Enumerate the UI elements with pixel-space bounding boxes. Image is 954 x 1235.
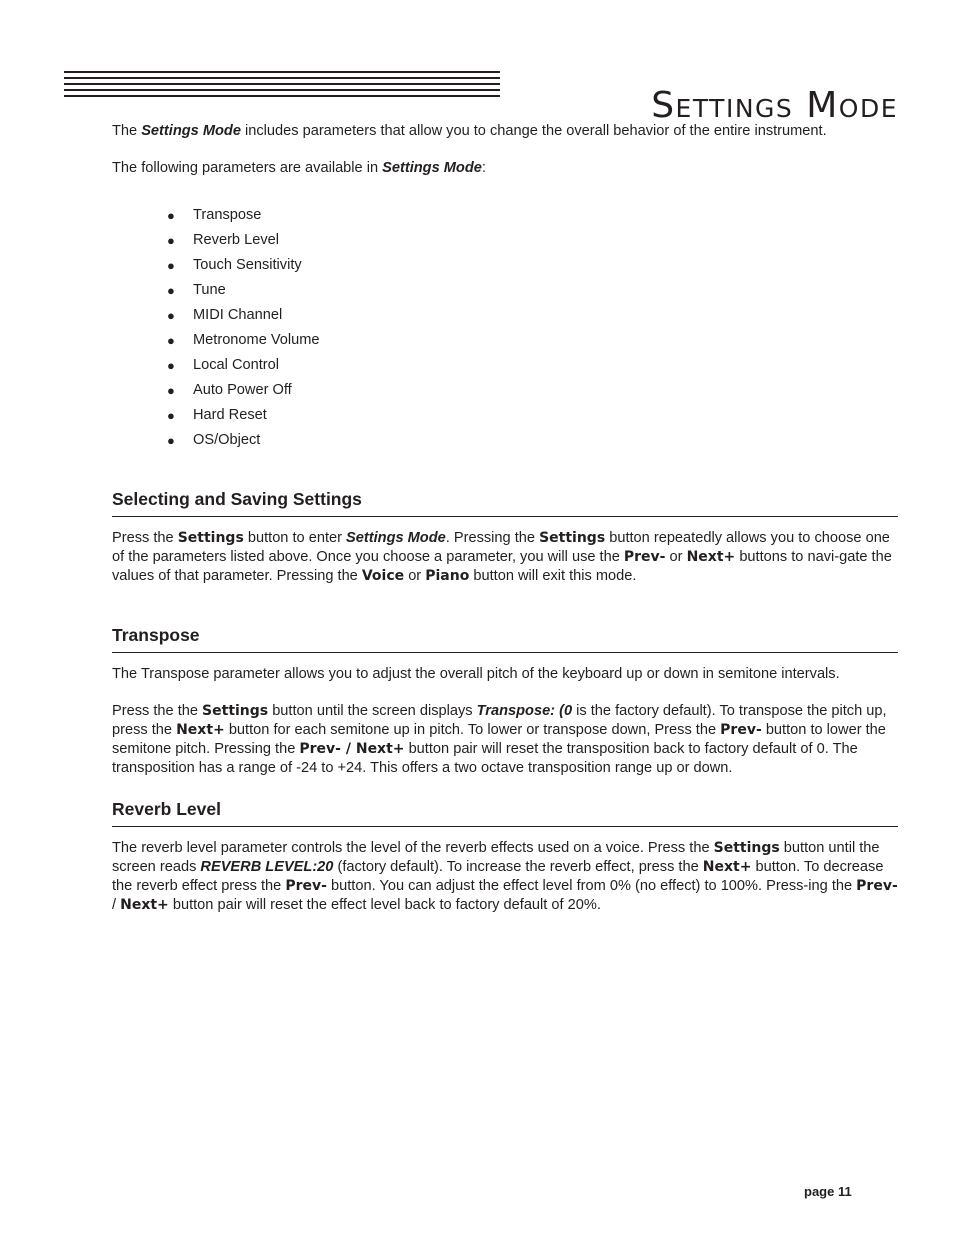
bullet-icon: ● bbox=[167, 308, 175, 323]
text-run: Local Control bbox=[193, 357, 279, 373]
text-run: Metronome Volume bbox=[193, 332, 320, 348]
section-paragraph: The Transpose parameter allows you to ad… bbox=[112, 666, 840, 682]
text-run: . Pressing the bbox=[445, 530, 540, 546]
list-item: ● Transpose bbox=[167, 203, 898, 228]
text-run: or bbox=[404, 568, 426, 584]
section-paragraph: Press the Settings button to enter Setti… bbox=[112, 529, 898, 586]
parameter-list: ● Transpose ● Reverb Level ● Touch Sensitiv… bbox=[112, 203, 898, 453]
text-run: Reverb Level bbox=[193, 232, 279, 248]
list-item: ● MIDI Channel bbox=[167, 303, 898, 328]
text-run: The bbox=[112, 123, 142, 139]
bold-term: Next+ bbox=[686, 549, 736, 565]
emphasis-term: Settings Mode bbox=[346, 530, 446, 546]
header-staff-lines bbox=[64, 71, 500, 101]
bold-term: Settings bbox=[177, 530, 244, 546]
bullet-icon: ● bbox=[167, 433, 175, 448]
bullet-icon: ● bbox=[167, 283, 175, 298]
emphasis-term: Settings Mode bbox=[141, 123, 241, 139]
text-run: Press the the bbox=[112, 703, 203, 719]
intro-paragraph: The Settings Mode includes parameters th… bbox=[112, 122, 898, 141]
bold-term: Settings bbox=[202, 703, 269, 719]
section-heading: Transpose bbox=[112, 624, 898, 653]
list-item: ● Auto Power Off bbox=[167, 378, 898, 403]
page-title: Settings Mode bbox=[651, 85, 898, 127]
list-item: ● Reverb Level bbox=[167, 228, 898, 253]
text-run: The reverb level parameter controls the … bbox=[112, 840, 714, 856]
text-run: OS/Object bbox=[193, 432, 261, 448]
bold-term: Prev- bbox=[623, 549, 666, 565]
bullet-icon: ● bbox=[167, 258, 175, 273]
text-run: : bbox=[481, 160, 486, 176]
bold-term: Piano bbox=[425, 568, 470, 584]
list-item: ● Local Control bbox=[167, 353, 898, 378]
parameters-intro: The following parameters are available i… bbox=[112, 159, 898, 178]
text-run: or bbox=[665, 549, 687, 565]
section-selecting-saving: Selecting and Saving Settings Press the … bbox=[112, 488, 898, 586]
bullet-icon: ● bbox=[167, 233, 175, 248]
list-item: ● Hard Reset bbox=[167, 403, 898, 428]
bold-term: Next+ bbox=[176, 722, 225, 738]
text-run: button pair will reset the effect level … bbox=[168, 897, 601, 913]
page-number: page 11 bbox=[804, 1184, 852, 1199]
text-run: / bbox=[112, 897, 121, 913]
emphasis-term: Settings Mode bbox=[382, 160, 482, 176]
text-run: button will exit this mode. bbox=[469, 568, 637, 584]
bold-term: Settings bbox=[713, 840, 780, 856]
text-run: button. You can adjust the effect level … bbox=[326, 878, 857, 894]
text-run: includes parameters that allow you to ch… bbox=[240, 123, 827, 139]
text-run: Press the bbox=[112, 530, 178, 546]
text-run: Transpose bbox=[193, 207, 262, 223]
text-run: The following parameters are available i… bbox=[112, 160, 383, 176]
bullet-icon: ● bbox=[167, 358, 175, 373]
section-paragraph: Press the the Settings button until the … bbox=[112, 702, 898, 778]
list-item: ● Tune bbox=[167, 278, 898, 303]
list-item: ● Metronome Volume bbox=[167, 328, 898, 353]
text-run: Touch Sensitivity bbox=[193, 257, 302, 273]
section-reverb-level: Reverb Level The reverb level parameter … bbox=[112, 798, 898, 915]
bold-term: Settings bbox=[539, 530, 606, 546]
bold-term: Prev- bbox=[720, 722, 762, 738]
bold-term: Voice bbox=[361, 568, 405, 584]
text-run: (factory default). To increase the rever… bbox=[333, 859, 703, 875]
text-run: Hard Reset bbox=[193, 407, 267, 423]
text-run: button for each semitone up in pitch. To… bbox=[224, 722, 721, 738]
section-heading: Reverb Level bbox=[112, 798, 898, 827]
bold-term: Prev- bbox=[856, 878, 898, 894]
bold-term: Prev- / Next+ bbox=[299, 741, 405, 757]
bullet-icon: ● bbox=[167, 333, 175, 348]
bullet-icon: ● bbox=[167, 208, 175, 223]
section-transpose: Transpose The Transpose parameter allows… bbox=[112, 624, 898, 778]
list-item: ● Touch Sensitivity bbox=[167, 253, 898, 278]
section-paragraph: The reverb level parameter controls the … bbox=[112, 839, 898, 915]
text-run: button to enter bbox=[243, 530, 347, 546]
emphasis-term: REVERB LEVEL:20 bbox=[200, 859, 334, 875]
text-run: MIDI Channel bbox=[193, 307, 283, 323]
emphasis-term: Transpose: (0 bbox=[476, 703, 573, 719]
bullet-icon: ● bbox=[167, 383, 175, 398]
text-run: button until the screen displays bbox=[268, 703, 477, 719]
bold-term: Next+ bbox=[120, 897, 169, 913]
list-item: ● OS/Object bbox=[167, 428, 898, 453]
bullet-icon: ● bbox=[167, 408, 175, 423]
section-heading: Selecting and Saving Settings bbox=[112, 488, 898, 517]
bold-term: Next+ bbox=[702, 859, 752, 875]
text-run: Auto Power Off bbox=[193, 382, 292, 398]
page-content: The Settings Mode includes parameters th… bbox=[112, 122, 898, 915]
bold-term: Prev- bbox=[285, 878, 327, 894]
text-run: Tune bbox=[193, 282, 226, 298]
